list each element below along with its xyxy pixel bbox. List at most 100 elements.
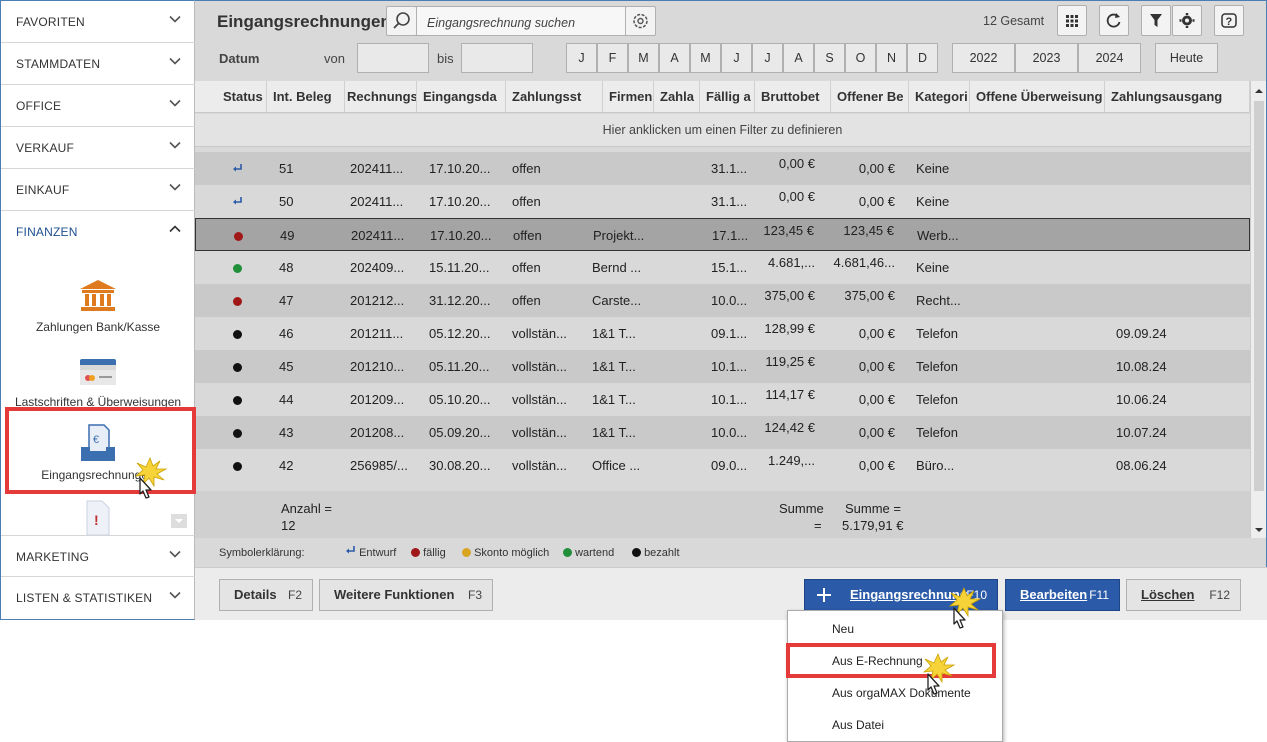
grid-view-button[interactable]	[1057, 5, 1087, 36]
cell-offen: 0,00 €	[858, 326, 895, 341]
month-button[interactable]: M	[628, 43, 659, 73]
filter-button[interactable]	[1141, 5, 1171, 36]
column-header[interactable]: Zahlungsausgang	[1105, 81, 1250, 113]
sidebar-section-marketing[interactable]: MARKETING	[1, 535, 195, 577]
column-header[interactable]: Offener Be	[831, 81, 909, 113]
year-button-2023[interactable]: 2023	[1015, 43, 1078, 73]
cell-firma: Carste...	[592, 293, 642, 308]
menu-item-neu[interactable]: Neu	[832, 622, 854, 636]
cell-rechnung: 201210...	[350, 359, 405, 374]
sidebar-section-verkauf[interactable]: VERKAUF	[1, 127, 195, 169]
date-from-input[interactable]	[357, 43, 429, 73]
today-button[interactable]: Heute	[1155, 43, 1218, 73]
table-row[interactable]: 49 202411... 17.10.20... offen Projekt... 17.…	[195, 218, 1250, 251]
cell-ausgang: 10.06.24	[1116, 392, 1167, 407]
year-button-2022[interactable]: 2022	[952, 43, 1015, 73]
delete-button[interactable]: Löschen F12	[1126, 579, 1241, 611]
table-row[interactable]: 48 202409... 15.11.20... offen Bernd ... 15.1…	[195, 251, 1250, 284]
month-button[interactable]: N	[876, 43, 907, 73]
warning-document-icon: !	[86, 500, 110, 535]
search-button[interactable]	[386, 6, 417, 36]
column-header[interactable]: Fällig a	[700, 81, 755, 113]
month-button[interactable]: D	[907, 43, 938, 73]
month-button[interactable]: A	[659, 43, 690, 73]
sidebar-section-einkauf[interactable]: EINKAUF	[1, 169, 195, 211]
column-header[interactable]: Zahlungsst	[506, 81, 603, 113]
scroll-down-button[interactable]	[171, 514, 187, 528]
sidebar-section-finanzen[interactable]: FINANZEN	[1, 211, 195, 253]
cell-offen: 0,00 €	[858, 392, 895, 407]
status-dot	[233, 297, 242, 306]
sidebar-item-lastschriften[interactable]: Lastschriften & Überweisungen	[1, 358, 195, 409]
table-row[interactable]: 51 202411... 17.10.20... offen 31.1... 0,00 €…	[195, 152, 1250, 185]
legend-due: fällig	[411, 547, 446, 559]
sidebar-section-listen[interactable]: LISTEN & STATISTIKEN	[1, 577, 195, 619]
month-button[interactable]: F	[597, 43, 628, 73]
column-header[interactable]: Rechnungs	[341, 81, 417, 113]
column-header[interactable]: Bruttobet	[755, 81, 831, 113]
cell-rechnung: 201211...	[350, 326, 404, 341]
help-button[interactable]: ?	[1214, 5, 1244, 36]
section-label: LISTEN & STATISTIKEN	[16, 591, 153, 605]
cell-kategorie: Telefon	[916, 392, 958, 407]
table-row[interactable]: 47 201212... 31.12.20... offen Carste... 10.0…	[195, 284, 1250, 317]
menu-item-aus-datei[interactable]: Aus Datei	[832, 718, 884, 732]
column-header[interactable]: Kategori	[909, 81, 970, 113]
status-dot	[632, 548, 641, 557]
edit-button[interactable]: Bearbeiten F11	[1005, 579, 1120, 611]
settings-button[interactable]	[1172, 5, 1202, 36]
sum-gross-value: =	[814, 518, 822, 533]
shortcut-key: F2	[287, 588, 302, 602]
month-button[interactable]: J	[721, 43, 752, 73]
cell-beleg: 44	[279, 392, 294, 407]
month-button[interactable]: S	[814, 43, 845, 73]
column-header[interactable]: Firmenna	[603, 81, 654, 113]
cell-kategorie: Telefon	[916, 425, 958, 440]
column-header[interactable]: Int. Beleg	[267, 81, 345, 113]
details-button[interactable]: Details F2	[219, 579, 313, 611]
sidebar-section-favoriten[interactable]: FAVORITEN	[1, 1, 195, 43]
table-row[interactable]: 45 201210... 05.11.20... vollstän... 1&1 T..…	[195, 350, 1250, 383]
cell-brutto: 0,00 €	[778, 156, 815, 171]
table-row[interactable]: 46 201211... 05.12.20... vollstän... 1&1 T..…	[195, 317, 1250, 350]
table-row[interactable]: 50 202411... 17.10.20... offen 31.1... 0,00 €…	[195, 185, 1250, 218]
sidebar-item-zahlungen[interactable]: Zahlungen Bank/Kasse	[1, 279, 195, 334]
refresh-button[interactable]	[1099, 5, 1129, 36]
legend-label: bezahlt	[644, 547, 680, 559]
sidebar-section-office[interactable]: OFFICE	[1, 85, 195, 127]
cell-offen: 0,00 €	[858, 161, 895, 176]
cell-brutto: 1.249,...	[768, 453, 815, 468]
status-dot	[233, 429, 242, 438]
search-input[interactable]: Eingangsrechnung suchen	[416, 6, 626, 36]
month-button[interactable]: A	[783, 43, 814, 73]
more-functions-button[interactable]: Weitere Funktionen F3	[319, 579, 493, 611]
scroll-down-icon	[1255, 528, 1263, 532]
sidebar-item-more[interactable]: !	[1, 499, 195, 535]
search-settings-button[interactable]	[625, 6, 656, 36]
month-button[interactable]: M	[690, 43, 721, 73]
column-header[interactable]: Offene Überweisung	[970, 81, 1105, 113]
scrollbar[interactable]	[1250, 81, 1266, 538]
chevron-down-icon	[169, 99, 181, 107]
column-header[interactable]: Eingangsda	[417, 81, 506, 113]
section-label: MARKETING	[16, 550, 90, 564]
year-button-2024[interactable]: 2024	[1078, 43, 1141, 73]
month-button[interactable]: J	[566, 43, 597, 73]
date-to-input[interactable]	[461, 43, 533, 73]
gear-icon	[1179, 13, 1195, 28]
section-label: FAVORITEN	[16, 15, 85, 29]
legend-label: fällig	[423, 547, 446, 559]
table-row[interactable]: 44 201209... 05.10.20... vollstän... 1&1 T..…	[195, 383, 1250, 416]
cell-eingang: 05.10.20...	[429, 392, 491, 407]
draft-icon	[233, 164, 242, 172]
column-header[interactable]: Status	[217, 81, 267, 113]
month-button[interactable]: J	[752, 43, 783, 73]
month-button[interactable]: O	[845, 43, 876, 73]
cell-zstatus: offen	[512, 260, 541, 275]
column-header[interactable]: Zahla	[654, 81, 700, 113]
scroll-thumb[interactable]	[1254, 101, 1264, 491]
table-row[interactable]: 42 256985/... 30.08.20... vollstän... Office…	[195, 449, 1250, 482]
table-row[interactable]: 43 201208... 05.09.20... vollstän... 1&1 T..…	[195, 416, 1250, 449]
sidebar-section-stammdaten[interactable]: STAMMDATEN	[1, 43, 195, 85]
filter-row[interactable]: Hier anklicken um einen Filter zu defini…	[195, 114, 1250, 147]
